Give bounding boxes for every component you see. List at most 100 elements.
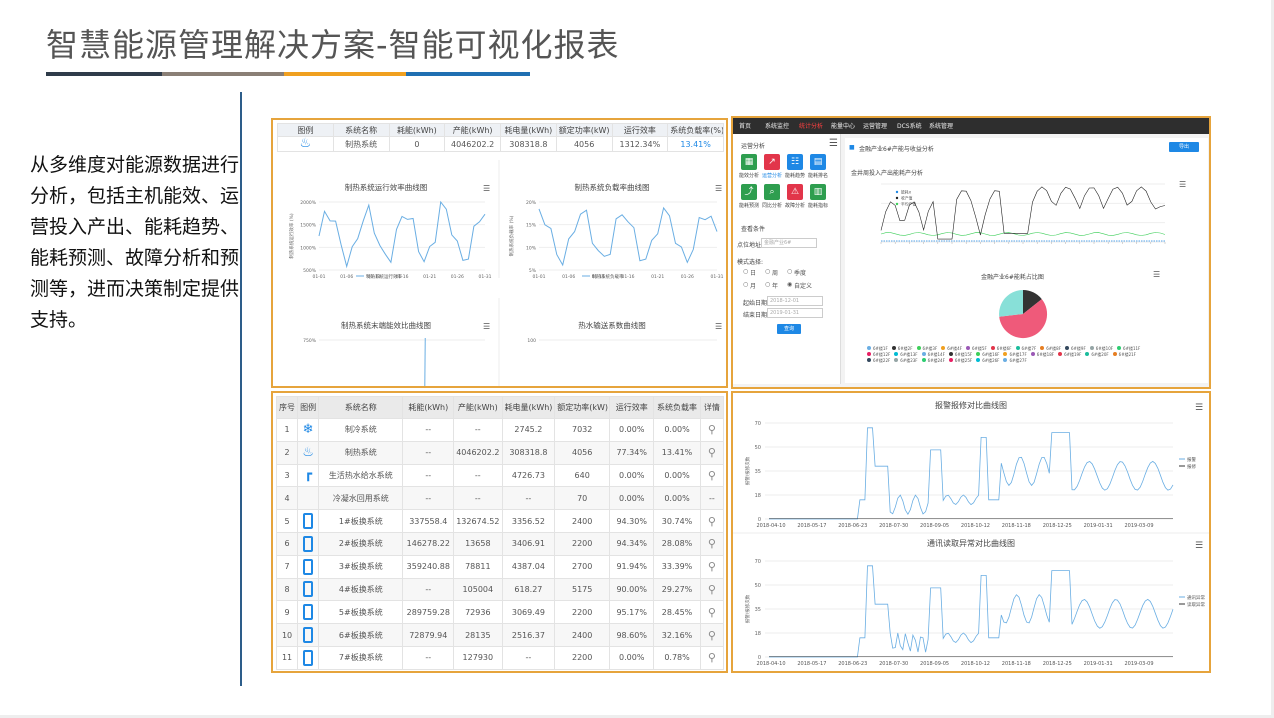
detail-button[interactable]: ⚲ xyxy=(699,645,725,670)
analysis-tile-icon[interactable]: ▤ xyxy=(810,154,826,170)
detail-cell: 0.00% xyxy=(609,486,655,511)
x-tick-label: 2018-12-25 xyxy=(1043,661,1072,667)
magnifier-icon[interactable]: ⚲ xyxy=(708,606,716,619)
system-legend-icon: ❄ xyxy=(297,418,320,442)
mode-radio[interactable]: ○ xyxy=(743,281,748,288)
detail-cell: 2#板换系统 xyxy=(318,531,404,556)
detail-button[interactable]: ⚲ xyxy=(699,600,725,625)
detail-cell: -- xyxy=(402,577,455,602)
table-row[interactable]: 6 2#板换系统 146278.22 13658 3406.91 2200 94.34% 28… xyxy=(275,531,725,556)
detail-cell[interactable]: -- xyxy=(699,486,725,511)
analysis-tile-label: 能耗趋势 xyxy=(785,173,806,179)
detail-button[interactable]: ⚲ xyxy=(699,554,725,579)
table-row[interactable]: 7 3#板换系统 359240.88 78811 4387.04 2700 91.94% 33… xyxy=(275,554,725,579)
legend-label: 报修 xyxy=(1187,463,1196,470)
nav-item[interactable]: 系统管理 xyxy=(929,121,953,130)
station-input[interactable]: 金融产业6# xyxy=(761,238,817,248)
pie-legend-item: 6#楼25F xyxy=(948,358,973,364)
detail-button[interactable]: ⚲ xyxy=(699,509,725,533)
y-tick-label: 35 xyxy=(755,607,761,613)
mode-radio[interactable]: ○ xyxy=(765,281,770,288)
pie-legend-label: 6#楼17F xyxy=(1009,352,1027,357)
detail-cell: 28.08% xyxy=(653,531,701,556)
pie-legend-item: 6#楼21F xyxy=(1112,352,1136,358)
table-row[interactable]: 3 ┏ 生活热水给水系统 -- -- 4726.73 640 0.00% 0.00% ⚲ xyxy=(275,463,725,488)
detail-cell: 618.27 xyxy=(501,577,556,602)
table-row[interactable]: 1 ❄ 制冷系统 -- -- 2745.2 7032 0.00% 0.00% ⚲ xyxy=(275,418,725,442)
detail-cell: 28.45% xyxy=(653,600,701,625)
table-row[interactable]: 9 5#板换系统 289759.28 72936 3069.49 2200 95.17% 28… xyxy=(275,600,725,625)
detail-cell: 72879.94 xyxy=(402,623,455,647)
nav-item[interactable]: 首页 xyxy=(739,121,751,130)
nav-item[interactable]: 统计分析 xyxy=(799,121,823,130)
detail-button[interactable]: ⚲ xyxy=(699,440,725,465)
magnifier-icon[interactable]: ⚲ xyxy=(708,515,716,528)
detail-button[interactable]: ⚲ xyxy=(699,418,725,442)
detail-cell: 生活热水给水系统 xyxy=(318,463,404,488)
analysis-tile-icon[interactable]: ▦ xyxy=(741,154,757,170)
magnifier-icon[interactable]: ⚲ xyxy=(708,446,716,459)
detail-button[interactable]: ⚲ xyxy=(699,623,725,647)
chart-ylabel: 报警/报修次数 xyxy=(744,594,751,623)
analysis-tile-icon[interactable]: ⚠ xyxy=(787,184,803,200)
x-tick-label: 2018-06-23 xyxy=(838,523,867,529)
pie-legend-label: 6#楼25F xyxy=(954,358,973,363)
table-row[interactable]: 2 ♨ 制热系统 -- 4046202.2 308318.8 4056 77.34% 13.41… xyxy=(275,440,725,465)
magnifier-icon[interactable]: ⚲ xyxy=(708,423,716,436)
snowflake-icon: ❄ xyxy=(302,421,314,437)
sidebar-menu-icon[interactable]: ☰ xyxy=(829,138,838,149)
analysis-tile-icon[interactable]: ↗ xyxy=(764,154,780,170)
table-row[interactable]: 5 1#板换系统 337558.4 132674.52 3356.52 2400 94.30… xyxy=(275,509,725,533)
detail-cell: 2745.2 xyxy=(501,418,556,442)
detail-button[interactable]: ⚲ xyxy=(699,577,725,602)
start-date-input[interactable]: 2018-12-01 xyxy=(767,296,823,306)
heating-legend-icon: ♨ xyxy=(277,136,334,152)
mode-radio[interactable]: ○ xyxy=(787,268,792,275)
analysis-tile-icon[interactable]: ⌕ xyxy=(764,184,780,200)
analysis-tile-icon[interactable]: ▥ xyxy=(810,184,826,200)
nav-item[interactable]: 运营管理 xyxy=(863,121,887,130)
magnifier-icon[interactable]: ⚲ xyxy=(708,651,716,664)
nav-item[interactable]: 能量中心 xyxy=(831,121,855,130)
y-tick-label: 70 xyxy=(755,421,761,427)
detail-cell: 91.94% xyxy=(609,554,655,579)
pie-menu-icon[interactable]: ☰ xyxy=(1153,270,1160,279)
plate-exchanger-icon xyxy=(303,535,314,552)
detail-button[interactable]: ⚲ xyxy=(699,463,725,488)
analysis-tile-icon[interactable]: ⤴ xyxy=(741,184,757,200)
detail-cell: 105004 xyxy=(453,577,503,602)
x-tick-label: 2018-09-05 xyxy=(920,523,949,529)
table-row[interactable]: 4 冷凝水回用系统 -- -- -- 70 0.00% 0.00% -- xyxy=(275,486,725,511)
pie-chart-title: 金融产业6#能耗占比图 xyxy=(981,274,1044,281)
magnifier-icon[interactable]: ⚲ xyxy=(708,560,716,573)
table-row[interactable]: 8 4#板换系统 -- 105004 618.27 5175 90.00% 29.27% ⚲ xyxy=(275,577,725,602)
y-tick-label: 50 xyxy=(755,445,761,451)
detail-button[interactable]: ⚲ xyxy=(699,531,725,556)
magnifier-icon[interactable]: ⚲ xyxy=(708,537,716,550)
start-date-label: 起始日期: xyxy=(743,300,770,307)
mode-radio[interactable]: ◉ xyxy=(787,281,792,288)
query-button[interactable]: 查询 xyxy=(777,324,801,334)
io-menu-icon[interactable]: ☰ xyxy=(1179,180,1186,189)
end-date-input[interactable]: 2019-01-31 xyxy=(767,308,823,318)
detail-cell: 33.39% xyxy=(653,554,701,579)
nav-item[interactable]: 系统监控 xyxy=(765,121,789,130)
chart-ylabel: 制热系统运行效率 (%) xyxy=(288,213,295,258)
detail-cell: 0.00% xyxy=(609,418,655,442)
detail-cell: 制冷系统 xyxy=(318,418,404,442)
detail-cell: 77.34% xyxy=(609,440,655,465)
mode-radio[interactable]: ○ xyxy=(765,268,770,275)
x-tick-label: 2018-05-17 xyxy=(797,523,826,529)
magnifier-icon[interactable]: ⚲ xyxy=(708,583,716,596)
table-row[interactable]: 10 6#板换系统 72879.94 28135 2516.37 2400 98.60% 32… xyxy=(275,623,725,647)
table-row[interactable]: 11 7#板换系统 -- 127930 -- 2200 0.00% 0.78% ⚲ xyxy=(275,645,725,670)
detail-cell: -- xyxy=(453,486,503,511)
pie-legend-label: 6#楼21F xyxy=(1118,352,1136,357)
magnifier-icon[interactable]: ⚲ xyxy=(708,469,716,482)
analysis-tile-icon[interactable]: ☷ xyxy=(787,154,803,170)
mode-radio[interactable]: ○ xyxy=(743,268,748,275)
series-line xyxy=(538,206,718,267)
nav-item[interactable]: DCS系统 xyxy=(897,121,922,130)
magnifier-icon[interactable]: ⚲ xyxy=(708,629,716,642)
slide: 智慧能源管理解决方案-智能可视化报表 从多维度对能源数据进行分析，包括主机能效、… xyxy=(0,0,1274,718)
